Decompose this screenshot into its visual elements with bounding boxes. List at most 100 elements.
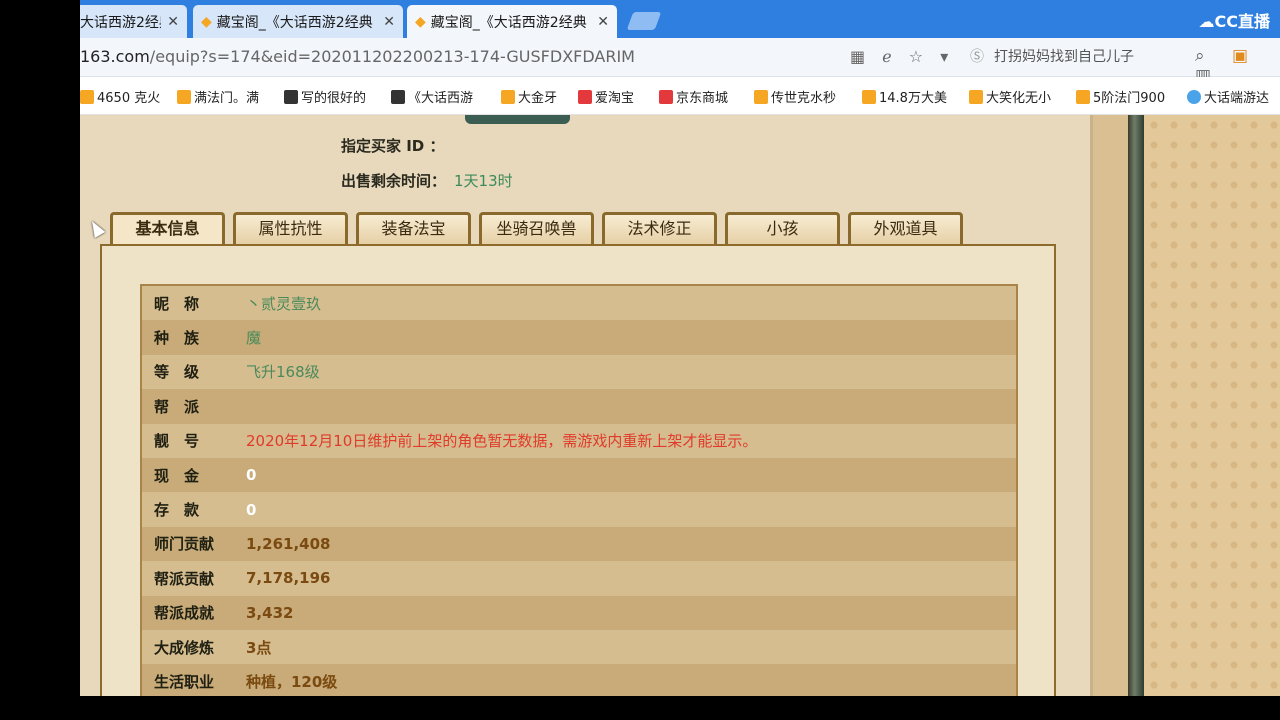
bookmark-item[interactable]: 写的很好的	[284, 87, 366, 106]
address-icons: ▦ ℯ ☆ ▾	[850, 47, 960, 66]
browser-tab-1[interactable]: 大话西游2经典 ✕	[80, 5, 187, 38]
new-tab-button[interactable]	[626, 12, 662, 30]
cbg-favicon-icon: ◆	[201, 13, 212, 30]
bookmark-item[interactable]: 《大话西游	[391, 87, 473, 106]
compat-mode-icon[interactable]: ℯ	[882, 47, 891, 66]
page-frame-border	[1128, 115, 1144, 696]
bookmark-icon	[284, 90, 298, 104]
bargain-button-cut[interactable]	[465, 115, 570, 124]
url-field[interactable]: 163.com/equip?s=174&eid=202011202200213-…	[80, 47, 635, 66]
bookmark-icon	[177, 90, 191, 104]
remaining-time-row: 出售剩余时间： 1天13时	[341, 170, 513, 191]
close-icon[interactable]: ✕	[167, 14, 179, 30]
bookmark-label: 传世克水秒	[771, 91, 837, 106]
bookmark-item[interactable]: 传世克水秒	[754, 87, 836, 106]
row-value: 7,178,196	[246, 569, 331, 588]
bookmark-item[interactable]: 爱淘宝	[578, 87, 634, 106]
row-value: 2020年12月10日维护前上架的角色暂无数据，需游戏内重新上架才能显示。	[246, 432, 758, 451]
main-content: 指定买家 ID ： 出售剩余时间： 1天13时 基本信息 属性抗性 装备法宝 坐骑…	[80, 115, 1093, 696]
bookmark-icon	[578, 90, 592, 104]
search-input[interactable]: Ⓢ 打拐妈妈找到自己儿子	[970, 46, 1134, 66]
bookmark-label: 大金牙	[518, 91, 558, 106]
tab-bar: 大话西游2经典 ✕ ◆ 藏宝阁_《大话西游2经典 ✕ ◆ 藏宝阁_《大话西游2经…	[80, 0, 1280, 38]
chevron-down-icon[interactable]: ▾	[940, 47, 948, 66]
tab-equipment-treasure[interactable]: 装备法宝	[356, 212, 471, 244]
row-value: 3点	[246, 638, 272, 657]
row-value: 飞升168级	[246, 363, 320, 382]
tab-appearance-items[interactable]: 外观道具	[848, 212, 963, 244]
row-label: 昵 称	[154, 294, 200, 313]
tab-mount-summon[interactable]: 坐骑召唤兽	[479, 212, 594, 244]
basic-info-panel: 昵 称 丶贰灵壹玖 种 族 魔 等 级 飞升168级 帮 派 靓 号 2020年12月1…	[100, 244, 1056, 696]
row-label: 师门贡献	[154, 535, 215, 554]
bookmark-item[interactable]: 满法门。满	[177, 87, 259, 106]
bookmark-label: 5阶法门900	[1093, 91, 1166, 106]
url-domain: 163.com	[80, 47, 150, 66]
table-row: 大成修炼 3点	[142, 629, 1016, 665]
bookmark-icon	[862, 90, 876, 104]
browser-tab-2[interactable]: ◆ 藏宝阁_《大话西游2经典 ✕	[193, 5, 403, 38]
tab-title: 藏宝阁_《大话西游2经典	[216, 14, 373, 31]
bookmark-item[interactable]: 4650 克火	[80, 87, 160, 106]
tab-basic-info[interactable]: 基本信息	[110, 212, 225, 244]
bookmark-label: 大笑化无小	[986, 91, 1052, 106]
bookmark-label: 14.8万大美	[879, 91, 947, 106]
basic-info-table: 昵 称 丶贰灵壹玖 种 族 魔 等 级 飞升168级 帮 派 靓 号 2020年12月1…	[140, 284, 1018, 696]
star-icon[interactable]: ☆	[909, 47, 923, 66]
table-row: 靓 号 2020年12月10日维护前上架的角色暂无数据，需游戏内重新上架才能显示。	[142, 423, 1016, 458]
bookmark-item[interactable]: 大金牙	[501, 87, 557, 106]
extension-icon[interactable]: ▣	[1232, 46, 1248, 66]
search-placeholder: 打拐妈妈找到自己儿子	[994, 49, 1134, 65]
remaining-time-value: 1天13时	[454, 172, 513, 190]
tab-child[interactable]: 小孩	[725, 212, 840, 244]
bookmark-icon	[391, 90, 405, 104]
left-black-border	[0, 0, 80, 720]
table-row: 帮派成就 3,432	[142, 595, 1016, 630]
brand-label: CC直播	[1214, 12, 1271, 31]
bookmark-item[interactable]: 大话端游达	[1187, 87, 1269, 106]
bookmark-label: 大话端游达	[1204, 91, 1270, 106]
row-label: 存 款	[154, 501, 200, 520]
bookmark-label: 满法门。满	[194, 91, 260, 106]
row-value: 种植，120级	[246, 672, 338, 691]
close-icon[interactable]: ✕	[383, 14, 395, 30]
table-row: 等 级 飞升168级	[142, 354, 1016, 390]
qr-code-icon[interactable]: ▦	[850, 47, 865, 66]
bookmark-label: 爱淘宝	[595, 91, 635, 106]
row-label: 大成修炼	[154, 638, 215, 657]
tab-title: 藏宝阁_《大话西游2经典	[430, 14, 587, 31]
bookmark-label: 《大话西游	[408, 91, 474, 106]
row-value: 魔	[246, 329, 262, 348]
close-icon[interactable]: ✕	[597, 14, 609, 30]
bookmark-icon	[501, 90, 515, 104]
row-label: 帮派成就	[154, 604, 215, 623]
row-value: 丶贰灵壹玖	[246, 294, 322, 313]
row-value: 0	[246, 466, 257, 485]
page-background-pattern	[1144, 115, 1280, 696]
bookmark-item[interactable]: 5阶法门900	[1076, 87, 1165, 106]
tab-spell-correction[interactable]: 法术修正	[602, 212, 717, 244]
row-label: 靓 号	[154, 432, 200, 451]
bookmark-icon	[659, 90, 673, 104]
cc-live-brand[interactable]: ☁CC直播	[1199, 8, 1271, 32]
side-decoration	[1093, 115, 1128, 696]
table-row: 帮派贡献 7,178,196	[142, 561, 1016, 596]
bookmark-icon	[754, 90, 768, 104]
row-label: 帮 派	[154, 397, 200, 416]
bookmark-item[interactable]: 大笑化无小	[969, 87, 1051, 106]
browser-tab-3-active[interactable]: ◆ 藏宝阁_《大话西游2经典 ✕	[407, 5, 617, 38]
bookmark-item[interactable]: 14.8万大美	[862, 87, 947, 106]
bookmark-icon	[969, 90, 983, 104]
browser-window: 大话西游2经典 ✕ ◆ 藏宝阁_《大话西游2经典 ✕ ◆ 藏宝阁_《大话西游2经…	[80, 0, 1280, 696]
tab-attribute-resistance[interactable]: 属性抗性	[233, 212, 348, 244]
remaining-time-label: 出售剩余时间：	[341, 172, 447, 190]
search-icon[interactable]: ⌕	[1195, 46, 1205, 66]
bottom-black-border	[0, 696, 1280, 720]
address-bar: 163.com/equip?s=174&eid=202011202200213-…	[80, 38, 1280, 86]
bookmark-icon	[80, 90, 94, 104]
row-label: 等 级	[154, 363, 200, 382]
bookmark-item[interactable]: 京东商城	[659, 87, 728, 106]
table-row: 帮 派	[142, 389, 1016, 424]
cbg-favicon-icon: ◆	[415, 13, 426, 30]
bookmarks-bar: 4650 克火 满法门。满 写的很好的 《大话西游 大金牙 爱淘宝 京东商城 传…	[80, 77, 1280, 115]
